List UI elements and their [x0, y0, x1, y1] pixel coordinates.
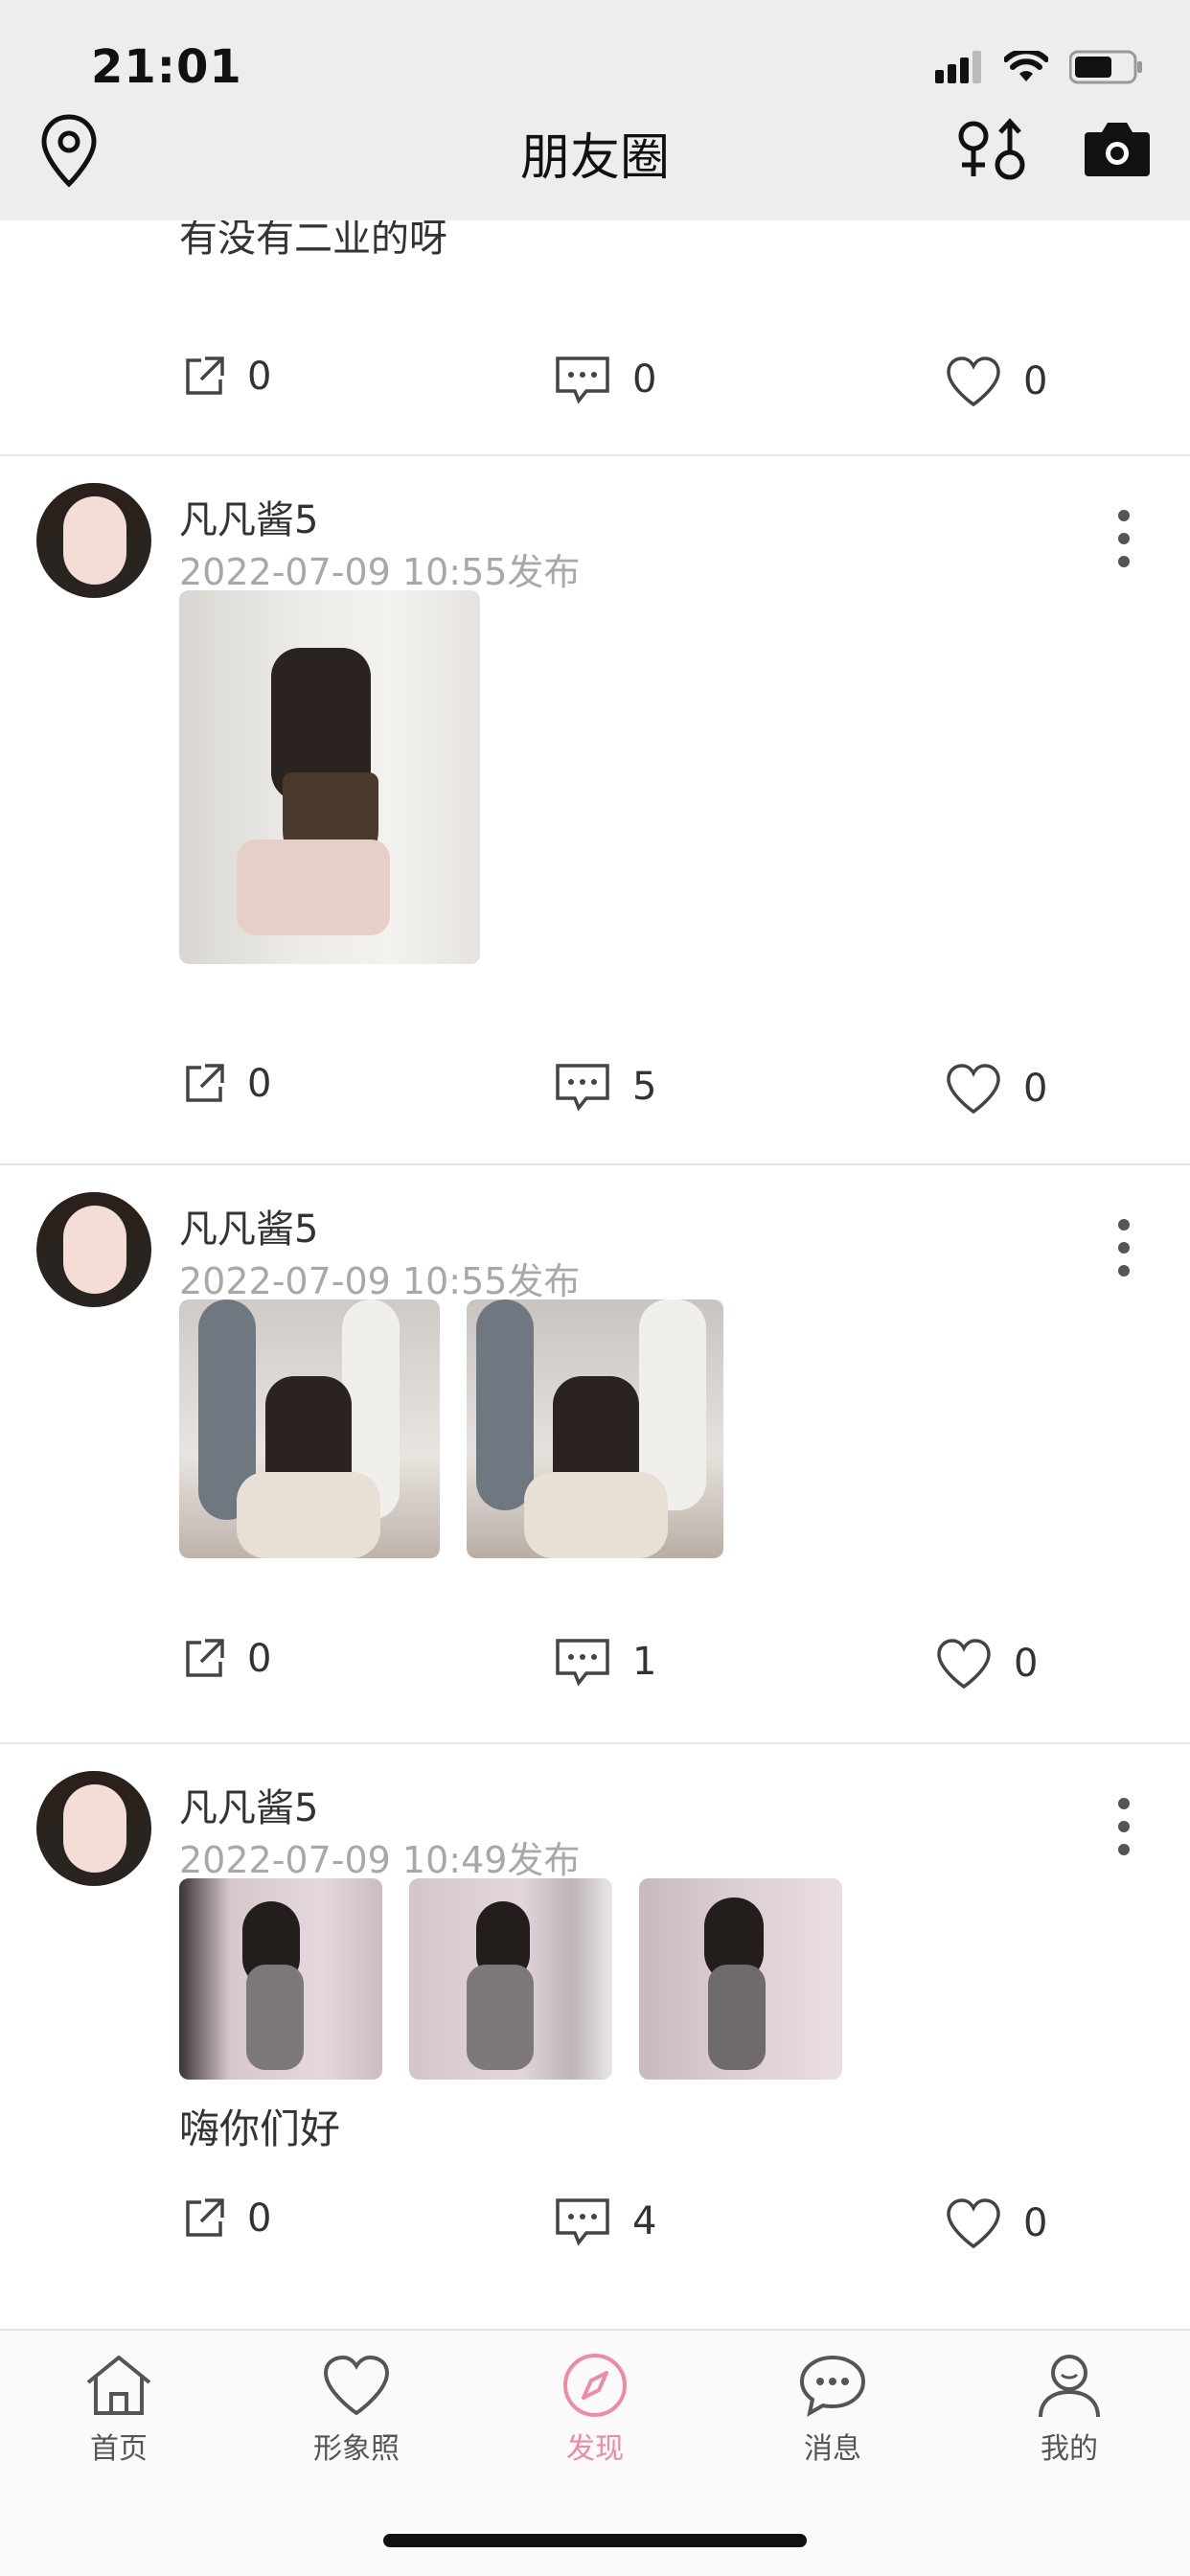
post-photo[interactable]: [179, 1878, 382, 2080]
status-icons: [935, 50, 1144, 84]
top-header: 21:01 朋友圈: [0, 0, 1190, 220]
camera-icon: [1085, 123, 1150, 176]
more-options-button[interactable]: [1110, 1798, 1138, 1855]
like-button[interactable]: 0: [945, 1062, 1047, 1116]
cellular-signal-icon: [935, 51, 981, 83]
share-button[interactable]: 0: [182, 2196, 271, 2241]
like-count: 0: [1023, 359, 1048, 403]
avatar[interactable]: [36, 1771, 151, 1886]
chat-bubble-icon: [799, 2355, 866, 2417]
tab-discover[interactable]: 发现: [528, 2352, 662, 2467]
post-caption: 嗨你们好: [179, 2105, 341, 2152]
status-time: 21:01: [91, 40, 242, 94]
heart-icon: [937, 1639, 991, 1690]
comment-icon: [556, 2198, 609, 2246]
user-name[interactable]: 凡凡酱5: [179, 1198, 318, 1254]
like-button[interactable]: 0: [945, 2196, 1047, 2250]
share-icon: [186, 1639, 224, 1677]
comment-icon: [556, 1639, 609, 1687]
more-options-button[interactable]: [1110, 510, 1138, 567]
share-count: 0: [247, 2196, 272, 2241]
gender-filter-button[interactable]: [954, 117, 1031, 184]
tab-label: 消息: [804, 2432, 861, 2466]
comment-count: 0: [632, 357, 657, 402]
camera-button[interactable]: [1083, 117, 1152, 184]
tab-label: 首页: [90, 2432, 148, 2466]
gender-filter-icon: [958, 118, 1025, 180]
wifi-icon: [1004, 51, 1048, 81]
comment-count: 4: [632, 2199, 657, 2243]
post-time: 2022-07-09 10:55发布: [179, 551, 581, 593]
share-count: 0: [247, 355, 272, 399]
tab-home[interactable]: 首页: [52, 2352, 186, 2467]
post-card-partial: 有没有二业的呀 0 0 0: [0, 220, 1190, 456]
post-caption: 有没有二业的呀: [179, 220, 447, 261]
heart-icon: [323, 2355, 390, 2416]
avatar[interactable]: [36, 1192, 151, 1307]
post-actions: 0 1 0: [0, 1637, 1190, 1704]
like-button[interactable]: 0: [935, 1637, 1038, 1690]
comment-button[interactable]: 5: [554, 1062, 656, 1112]
avatar[interactable]: [36, 483, 151, 598]
share-icon: [186, 2198, 224, 2237]
post-actions: 0 0 0: [0, 355, 1190, 422]
comment-button[interactable]: 0: [554, 355, 656, 404]
post-time: 2022-07-09 10:49发布: [179, 1839, 581, 1881]
post-card: 凡凡酱5 2022-07-09 10:49发布 嗨你们好 0 4 0: [0, 1746, 1190, 2329]
tab-profile[interactable]: 我的: [1002, 2352, 1136, 2467]
share-button[interactable]: 0: [182, 1062, 271, 1106]
post-photo[interactable]: [179, 590, 480, 964]
comment-icon: [556, 1064, 609, 1112]
compass-icon: [563, 2354, 627, 2417]
user-name[interactable]: 凡凡酱5: [179, 489, 318, 544]
like-count: 0: [1023, 2201, 1048, 2245]
share-button[interactable]: 0: [182, 355, 271, 399]
share-button[interactable]: 0: [182, 1637, 271, 1681]
profile-icon: [1039, 2355, 1100, 2418]
more-options-button[interactable]: [1110, 1219, 1138, 1276]
comment-button[interactable]: 1: [554, 1637, 656, 1687]
post-photo[interactable]: [639, 1878, 842, 2080]
post-time: 2022-07-09 10:55发布: [179, 1260, 581, 1302]
post-photo[interactable]: [409, 1878, 612, 2080]
like-count: 0: [1023, 1067, 1048, 1111]
moments-feed[interactable]: 有没有二业的呀 0 0 0 凡凡酱5 2022-07-09 10:55发布 0 …: [0, 220, 1190, 2329]
tab-label: 形象照: [313, 2432, 400, 2466]
heart-icon: [947, 2198, 1000, 2249]
comment-icon: [556, 356, 609, 404]
tab-portraits[interactable]: 形象照: [289, 2352, 423, 2467]
comment-count: 5: [632, 1065, 657, 1109]
share-icon: [186, 1064, 224, 1102]
comment-count: 1: [632, 1640, 657, 1684]
comment-button[interactable]: 4: [554, 2196, 656, 2246]
post-actions: 0 4 0: [0, 2196, 1190, 2264]
tab-messages[interactable]: 消息: [766, 2352, 900, 2467]
post-card: 凡凡酱5 2022-07-09 10:55发布 0 1 0: [0, 1167, 1190, 1744]
tab-label: 我的: [1041, 2432, 1098, 2466]
heart-icon: [947, 1064, 1000, 1115]
battery-icon: [1069, 50, 1142, 84]
like-button[interactable]: 0: [945, 355, 1047, 408]
home-indicator: [383, 2534, 807, 2547]
share-count: 0: [247, 1637, 272, 1681]
post-photo[interactable]: [179, 1300, 440, 1558]
heart-icon: [947, 356, 1000, 407]
tab-label: 发现: [566, 2432, 624, 2466]
home-icon: [86, 2356, 151, 2415]
user-name[interactable]: 凡凡酱5: [179, 1777, 318, 1832]
post-card: 凡凡酱5 2022-07-09 10:55发布 0 5 0: [0, 458, 1190, 1165]
share-count: 0: [247, 1062, 272, 1106]
post-photo[interactable]: [467, 1300, 723, 1558]
post-actions: 0 5 0: [0, 1062, 1190, 1129]
share-icon: [186, 356, 224, 395]
like-count: 0: [1014, 1642, 1039, 1686]
